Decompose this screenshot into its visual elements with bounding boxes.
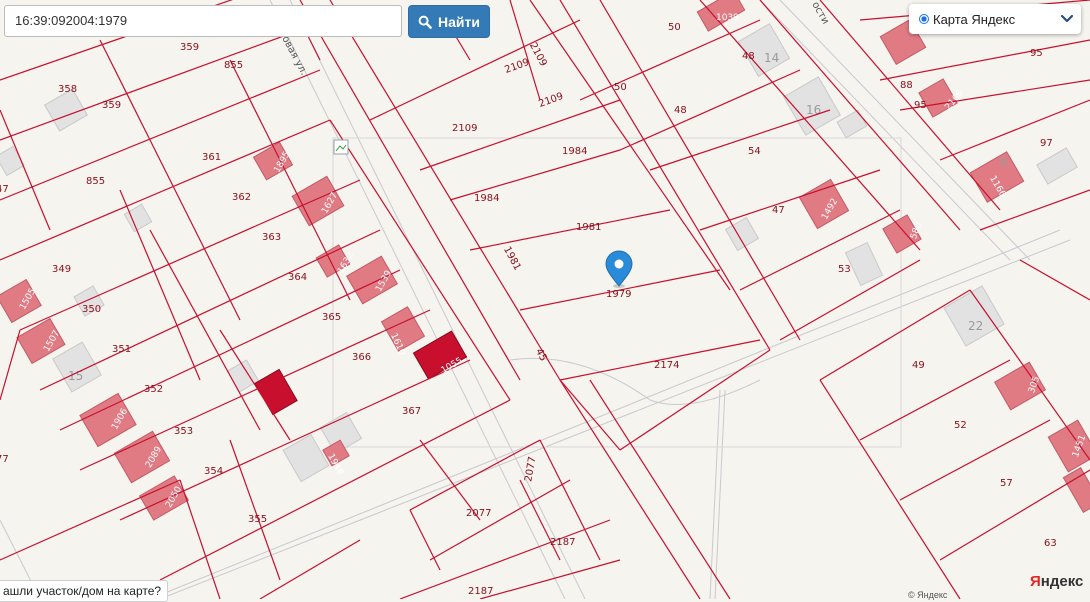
svg-text:1981: 1981 xyxy=(576,222,601,233)
chevron-down-icon xyxy=(1061,15,1073,23)
cadastral-number-search-input[interactable]: 16:39:092004:1979 xyxy=(4,5,402,37)
svg-text:57: 57 xyxy=(1000,478,1013,489)
svg-text:350: 350 xyxy=(82,304,101,315)
svg-text:2077: 2077 xyxy=(466,508,491,519)
svg-text:50: 50 xyxy=(668,22,681,33)
svg-text:47: 47 xyxy=(772,205,785,216)
svg-text:358: 358 xyxy=(58,84,77,95)
svg-text:359: 359 xyxy=(102,100,121,111)
map-layer-label: Карта Яндекс xyxy=(933,11,1016,27)
svg-text:88: 88 xyxy=(900,80,913,91)
svg-text:365: 365 xyxy=(322,312,341,323)
svg-text:367: 367 xyxy=(402,406,421,417)
svg-text:50: 50 xyxy=(614,82,627,93)
svg-text:48: 48 xyxy=(674,105,687,116)
svg-text:1039: 1039 xyxy=(716,13,739,23)
svg-text:47: 47 xyxy=(0,184,9,195)
broken-image-icon xyxy=(333,139,349,155)
svg-text:361: 361 xyxy=(202,152,221,163)
svg-text:1984: 1984 xyxy=(562,146,587,157)
svg-text:52: 52 xyxy=(954,420,967,431)
svg-text:14: 14 xyxy=(764,51,779,65)
svg-text:63: 63 xyxy=(1044,538,1057,549)
svg-text:354: 354 xyxy=(204,466,223,477)
svg-text:48: 48 xyxy=(742,51,755,62)
cadastral-map[interactable]: 14 16 15 22 9 овая ул. ости 359 855 359 … xyxy=(0,0,1090,599)
svg-text:364: 364 xyxy=(288,272,307,283)
svg-text:2174: 2174 xyxy=(654,360,679,371)
svg-text:353: 353 xyxy=(174,426,193,437)
svg-text:77: 77 xyxy=(0,454,9,465)
svg-text:362: 362 xyxy=(232,192,251,203)
svg-text:95: 95 xyxy=(1030,48,1043,59)
svg-text:97: 97 xyxy=(1040,138,1053,149)
svg-text:1984: 1984 xyxy=(474,193,499,204)
svg-text:9: 9 xyxy=(1000,155,1008,169)
svg-text:349: 349 xyxy=(52,264,71,275)
svg-text:352: 352 xyxy=(144,384,163,395)
svg-text:855: 855 xyxy=(86,176,105,187)
svg-text:49: 49 xyxy=(912,360,925,371)
svg-text:855: 855 xyxy=(224,60,243,71)
svg-text:2187: 2187 xyxy=(550,537,575,548)
svg-text:359: 359 xyxy=(180,42,199,53)
svg-text:2109: 2109 xyxy=(452,123,477,134)
layer-radio-icon xyxy=(919,14,929,24)
svg-text:351: 351 xyxy=(112,344,131,355)
svg-text:54: 54 xyxy=(748,146,761,157)
yandex-logo[interactable]: Яндекс xyxy=(1030,573,1083,590)
svg-text:2187: 2187 xyxy=(468,586,493,597)
search-button-label: Найти xyxy=(438,13,480,30)
svg-text:22: 22 xyxy=(968,319,983,333)
svg-text:53: 53 xyxy=(838,264,851,275)
map-layer-select[interactable]: Карта Яндекс xyxy=(909,4,1081,34)
svg-text:355: 355 xyxy=(248,514,267,525)
svg-text:1979: 1979 xyxy=(606,289,631,300)
svg-text:366: 366 xyxy=(352,352,371,363)
search-button[interactable]: Найти xyxy=(408,5,490,38)
svg-text:95: 95 xyxy=(914,100,927,111)
search-icon xyxy=(418,15,432,29)
svg-text:363: 363 xyxy=(262,232,281,243)
